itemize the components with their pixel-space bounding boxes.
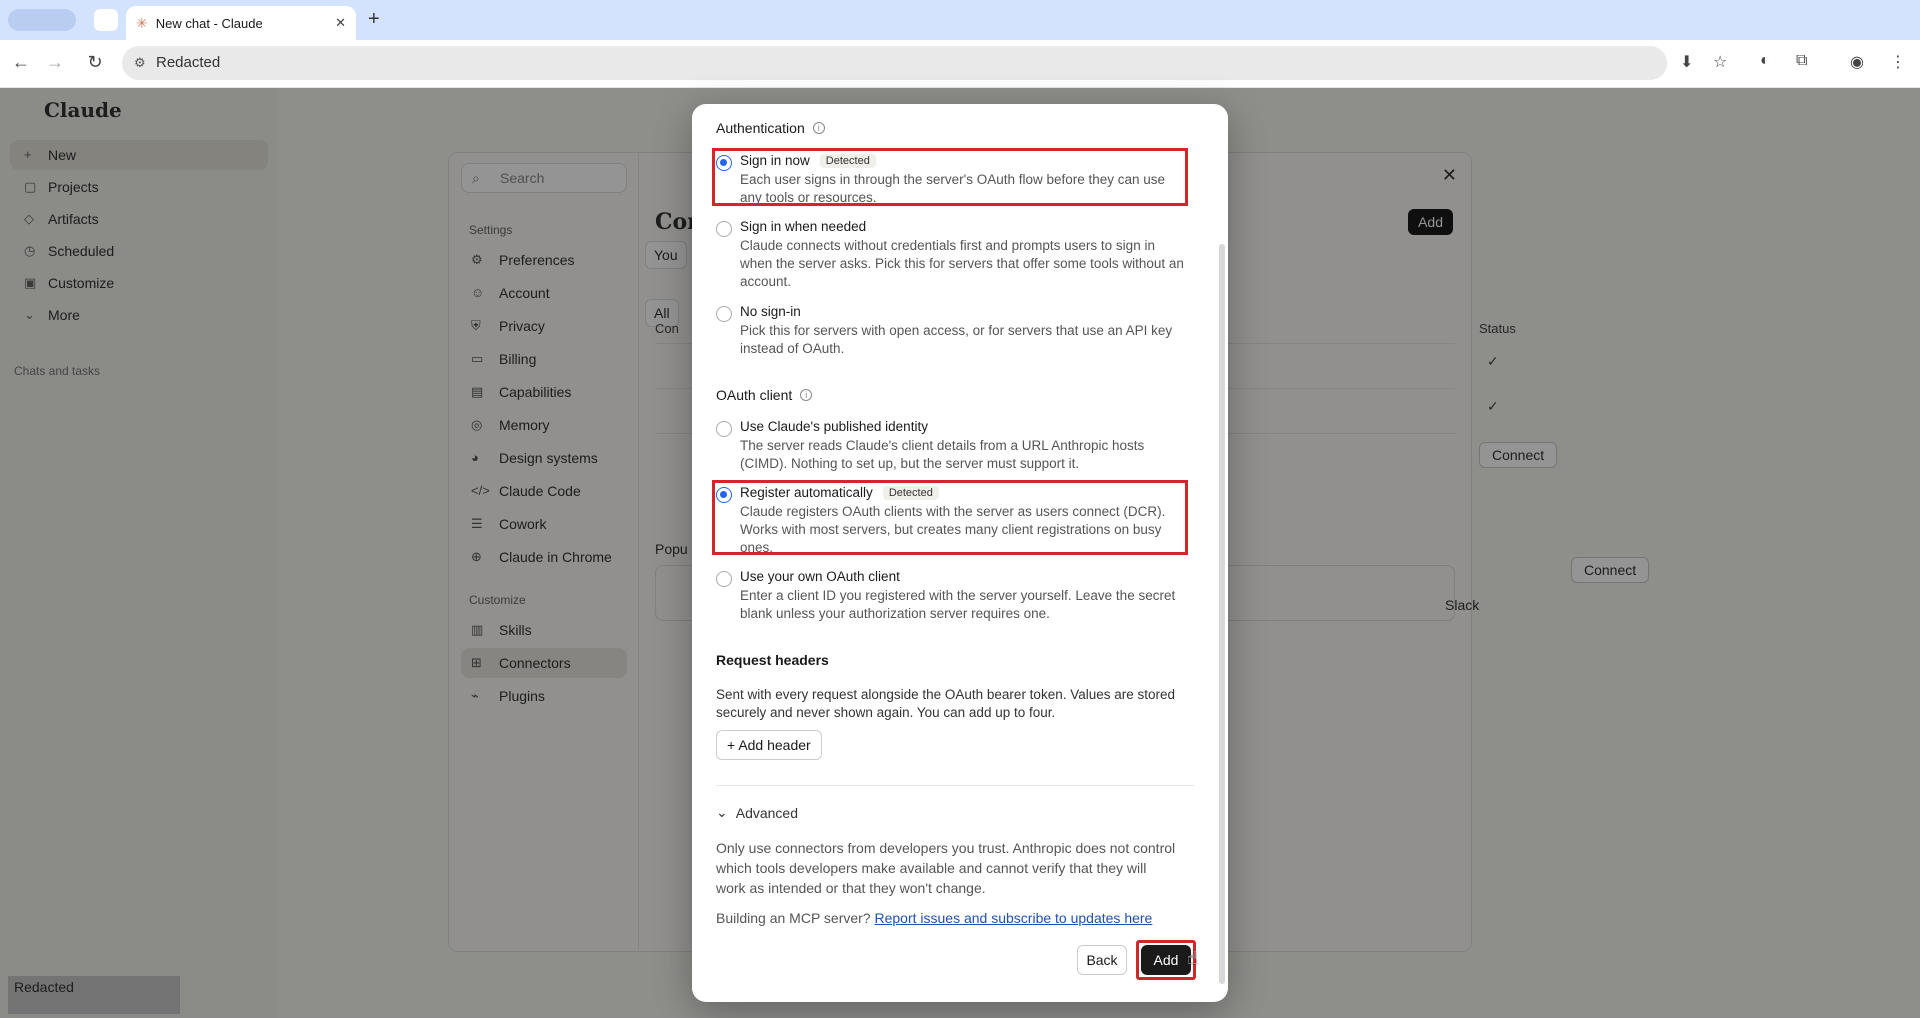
section-title-label: Authentication <box>716 120 805 136</box>
browser-tab-active[interactable]: ✳ New chat - Claude ✕ <box>126 6 356 40</box>
plus-icon: + <box>727 737 736 753</box>
detected-badge: Detected <box>882 485 939 500</box>
back-button[interactable]: Back <box>1077 945 1127 975</box>
address-bar[interactable]: ⚙ Redacted <box>122 46 1667 80</box>
option-label: Use your own OAuth client <box>740 569 900 584</box>
detected-badge: Detected <box>819 153 876 168</box>
request-headers-description: Sent with every request alongside the OA… <box>716 687 1176 720</box>
tab-list-dropdown[interactable] <box>94 9 118 31</box>
add-header-label: Add header <box>738 737 811 753</box>
radio-unselected[interactable] <box>716 221 732 237</box>
reload-icon[interactable]: ↻ <box>84 52 106 73</box>
extension-icon[interactable]: ◐ <box>1760 52 1770 70</box>
report-issues-link[interactable]: Report issues and subscribe to updates h… <box>875 910 1153 926</box>
option-label: Sign in now Detected <box>740 153 876 168</box>
request-headers-title: Request headers <box>716 652 829 668</box>
browser-toolbar: ← → ↻ ⚙ Redacted ⬇ ☆ ◐ ⧉ ◉ ⋮ <box>0 40 1920 88</box>
tab-title: New chat - Claude <box>155 15 263 31</box>
option-label: Sign in when needed <box>740 219 867 234</box>
option-label: Use Claude's published identity <box>740 419 928 434</box>
hand-cursor-icon: ☝ <box>1187 948 1198 968</box>
extensions-puzzle-icon[interactable]: ⧉ <box>1796 52 1807 70</box>
option-label: No sign-in <box>740 304 801 319</box>
bookmark-star-icon[interactable]: ☆ <box>1713 52 1727 72</box>
info-icon[interactable]: i <box>812 122 825 134</box>
option-description: Each user signs in through the server's … <box>740 172 1166 205</box>
option-label: Register automatically Detected <box>740 485 939 500</box>
option-label-text: Register automatically <box>740 485 873 500</box>
tab-close-icon[interactable]: ✕ <box>335 15 346 31</box>
claude-favicon-icon: ✳ <box>136 14 148 31</box>
address-text: Redacted <box>156 54 221 71</box>
info-icon[interactable]: i <box>800 389 813 401</box>
add-header-button[interactable]: + Add header <box>716 730 822 760</box>
option-label-text: Sign in now <box>740 153 810 168</box>
advanced-toggle[interactable]: ⌄ Advanced <box>716 804 798 821</box>
new-tab-icon[interactable]: + <box>368 8 380 31</box>
option-description: Enter a client ID you registered with th… <box>740 588 1176 621</box>
mcp-prefix: Building an MCP server? <box>716 910 871 926</box>
profile-icon[interactable]: ◉ <box>1850 52 1864 72</box>
section-title-label: OAuth client <box>716 387 793 403</box>
add-button[interactable]: Add <box>1141 945 1191 975</box>
trust-notice: Only use connectors from developers you … <box>716 840 1176 896</box>
radio-unselected[interactable] <box>716 421 732 437</box>
radio-unselected[interactable] <box>716 571 732 587</box>
option-description: The server reads Claude's client details… <box>740 438 1145 471</box>
tab-search-button[interactable] <box>8 9 76 31</box>
chevron-down-icon: ⌄ <box>716 804 728 820</box>
site-info-icon[interactable]: ⚙ <box>134 46 146 80</box>
divider <box>716 785 1194 786</box>
install-icon[interactable]: ⬇ <box>1680 52 1693 72</box>
back-arrow-icon[interactable]: ← <box>10 52 32 73</box>
mcp-server-notice: Building an MCP server? Report issues an… <box>716 910 1152 926</box>
radio-selected[interactable] <box>716 487 732 503</box>
add-connector-dialog: Authentication i Sign in now Detected Eac… <box>692 104 1228 1002</box>
radio-selected[interactable] <box>716 155 732 171</box>
forward-arrow-icon[interactable]: → <box>44 52 66 73</box>
radio-unselected[interactable] <box>716 306 732 322</box>
browser-tabstrip: ✳ New chat - Claude ✕ + <box>0 0 1920 40</box>
authentication-section-title: Authentication i <box>716 120 825 136</box>
browser-menu-icon[interactable]: ⋮ <box>1890 52 1906 72</box>
option-description: Claude connects without credentials firs… <box>740 238 1184 289</box>
option-description: Pick this for servers with open access, … <box>740 323 1173 356</box>
option-description: Claude registers OAuth clients with the … <box>740 504 1166 553</box>
scrollbar[interactable] <box>1219 244 1225 984</box>
oauth-client-section-title: OAuth client i <box>716 387 813 403</box>
advanced-label: Advanced <box>735 804 799 821</box>
